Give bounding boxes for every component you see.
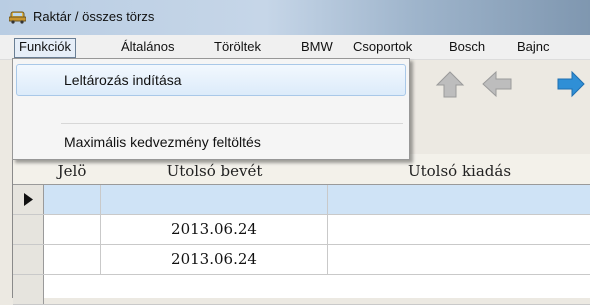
cell-utolso-kiadas[interactable] bbox=[328, 185, 590, 214]
row-header[interactable] bbox=[13, 185, 44, 214]
table-row[interactable] bbox=[13, 275, 590, 305]
arrow-left-icon[interactable] bbox=[477, 66, 517, 102]
menu-bosch[interactable]: Bosch bbox=[445, 38, 489, 56]
cell-utolso-bevet[interactable]: 2013.06.24 bbox=[101, 245, 328, 274]
menu-csoportok[interactable]: Csoportok bbox=[349, 38, 416, 56]
menu-item-leltarozas-inditasa[interactable]: Leltározás indítása bbox=[64, 72, 182, 88]
menu-bmw[interactable]: BMW bbox=[297, 38, 337, 56]
menu-funkciok[interactable]: Funkciók bbox=[14, 38, 77, 58]
title-bar: Raktár / összes törzs bbox=[0, 0, 590, 35]
menu-bar: Funkciók Általános Töröltek BMW Csoporto… bbox=[0, 35, 590, 60]
cell-utolso-bevet[interactable]: 2013.06.24 bbox=[101, 215, 328, 244]
car-icon bbox=[9, 11, 26, 24]
arrow-right-icon[interactable] bbox=[556, 66, 590, 102]
window-title: Raktár / összes törzs bbox=[33, 9, 155, 24]
table-row[interactable]: 2013.06.24 bbox=[13, 215, 590, 245]
menu-item-maximalis-kedvezmeny-feltoltes[interactable]: Maximális kedvezmény feltöltés bbox=[64, 134, 261, 150]
current-row-indicator-icon bbox=[24, 193, 33, 206]
cell-utolso-kiadas[interactable] bbox=[328, 245, 590, 274]
data-grid: Jelö Utolsó bevét Utolsó kiadás 2013.06.… bbox=[12, 154, 590, 305]
cell-utolso-kiadas[interactable] bbox=[328, 215, 590, 244]
arrow-up-icon[interactable] bbox=[430, 66, 470, 102]
table-row[interactable] bbox=[13, 185, 590, 215]
menu-toroltek[interactable]: Töröltek bbox=[210, 38, 265, 56]
row-header[interactable] bbox=[13, 215, 44, 244]
cell-jelo[interactable] bbox=[43, 245, 101, 274]
menu-bajno[interactable]: Bajnc bbox=[513, 38, 554, 56]
funkciok-dropdown-menu: Leltározás indítása Maximális kedvezmény… bbox=[12, 58, 410, 160]
cell-jelo[interactable] bbox=[43, 185, 101, 214]
cell-jelo[interactable] bbox=[43, 215, 101, 244]
cell-utolso-bevet[interactable] bbox=[101, 185, 328, 214]
row-header[interactable] bbox=[13, 245, 44, 274]
menu-separator bbox=[61, 123, 403, 124]
menu-altalanos[interactable]: Általános bbox=[117, 38, 178, 56]
table-row[interactable]: 2013.06.24 bbox=[13, 245, 590, 275]
row-header[interactable] bbox=[13, 275, 44, 304]
